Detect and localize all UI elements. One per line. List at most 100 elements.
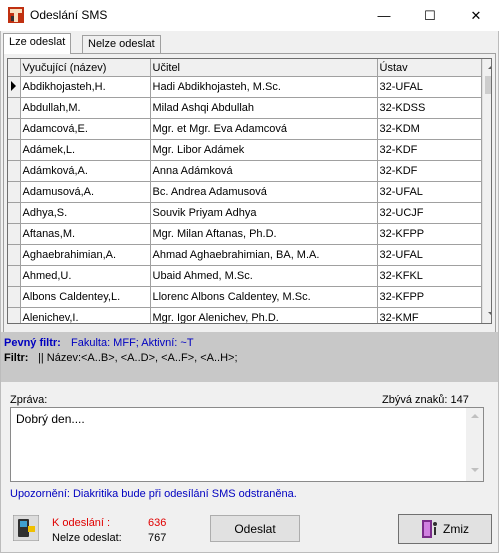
message-label: Zpráva: xyxy=(10,394,48,406)
scroll-down-button[interactable] xyxy=(483,306,491,323)
cell-ucitel[interactable]: Hadi Abdikhojasteh, M.Sc. xyxy=(150,76,378,98)
scroll-up-button[interactable] xyxy=(483,59,491,76)
cell-ustav[interactable]: 32-KDSS xyxy=(377,97,482,119)
nosend-count: 767 xyxy=(148,532,167,544)
grid-scrollbar[interactable] xyxy=(482,59,491,323)
chevron-up-icon xyxy=(470,414,479,418)
cell-ustav[interactable]: 32-UFAL xyxy=(377,181,482,203)
cell-vyucujici[interactable]: Aftanas,M. xyxy=(20,223,151,245)
cell-ustav[interactable]: 32-KMF xyxy=(377,307,482,323)
cell-ustav[interactable]: 32-UCJF xyxy=(377,202,482,224)
row-indicator[interactable] xyxy=(8,286,21,308)
current-row-pointer-icon xyxy=(11,80,16,91)
cell-ucitel[interactable]: Bc. Andrea Adamusová xyxy=(150,181,378,203)
cell-ucitel[interactable]: Milad Ashqi Abdullah xyxy=(150,97,378,119)
cell-ustav[interactable]: 32-KFPP xyxy=(377,223,482,245)
cell-ustav[interactable]: 32-KDF xyxy=(377,160,482,182)
cell-ucitel[interactable]: Mgr. et Mgr. Eva Adamcová xyxy=(150,118,378,140)
cell-ucitel[interactable]: Mgr. Libor Adámek xyxy=(150,139,378,161)
door-exit-icon xyxy=(422,520,437,538)
teachers-table: Vyučující (název) Učitel Ústav Abdikhoja… xyxy=(8,59,482,323)
cell-vyucujici[interactable]: Abdullah,M. xyxy=(20,97,151,119)
column-header-ucitel[interactable]: Učitel xyxy=(150,59,378,77)
filter-label: Filtr: xyxy=(4,352,29,364)
fixed-filter-label: Pevný filtr: xyxy=(4,337,61,349)
row-indicator[interactable] xyxy=(8,76,21,98)
cell-ucitel[interactable]: Ubaid Ahmed, M.Sc. xyxy=(150,265,378,287)
window-title: Odeslání SMS xyxy=(30,8,108,22)
row-indicator[interactable] xyxy=(8,118,21,140)
scroll-thumb[interactable] xyxy=(485,76,491,94)
message-scrollbar[interactable] xyxy=(466,408,483,481)
row-indicator[interactable] xyxy=(8,160,21,182)
tab-label: Nelze odeslat xyxy=(88,38,155,50)
table-row[interactable]: Aghaebrahimian,A. Ahmad Aghaebrahimian, B… xyxy=(8,244,482,266)
cell-ustav[interactable]: 32-KDF xyxy=(377,139,482,161)
row-indicator[interactable] xyxy=(8,244,21,266)
row-indicator[interactable] xyxy=(8,202,21,224)
send-button[interactable]: Odeslat xyxy=(210,515,300,542)
cell-ustav[interactable]: 32-UFAL xyxy=(377,76,482,98)
phone-sms-icon xyxy=(13,515,39,541)
cell-ucitel[interactable]: Mgr. Igor Alenichev, Ph.D. xyxy=(150,307,378,323)
send-count: 636 xyxy=(148,517,167,529)
cell-ucitel[interactable]: Ahmad Aghaebrahimian, BA, M.A. xyxy=(150,244,378,266)
cell-vyucujici[interactable]: Aghaebrahimian,A. xyxy=(20,244,151,266)
cell-vyucujici[interactable]: Abdikhojasteh,H. xyxy=(20,76,151,98)
minimize-icon: — xyxy=(377,8,391,23)
row-indicator[interactable] xyxy=(8,307,21,323)
cell-vyucujici[interactable]: Adhya,S. xyxy=(20,202,151,224)
cell-ucitel[interactable]: Llorenc Albons Caldentey, M.Sc. xyxy=(150,286,378,308)
cell-ucitel[interactable]: Souvik Priyam Adhya xyxy=(150,202,378,224)
table-row[interactable]: Adamusová,A. Bc. Andrea Adamusová 32-UFAL xyxy=(8,181,482,203)
row-indicator[interactable] xyxy=(8,97,21,119)
message-text: Dobrý den.... xyxy=(16,412,85,426)
message-textarea[interactable]: Dobrý den.... xyxy=(10,407,484,482)
table-row[interactable]: Adámková,A. Anna Adámková 32-KDF xyxy=(8,160,482,182)
send-button-label: Odeslat xyxy=(234,521,276,536)
row-indicator[interactable] xyxy=(8,265,21,287)
tab-lze-odeslat[interactable]: Lze odeslat xyxy=(3,33,72,54)
cell-ucitel[interactable]: Anna Adámková xyxy=(150,160,378,182)
close-button[interactable]: Zmiz xyxy=(398,514,492,544)
cell-ustav[interactable]: 32-KFPP xyxy=(377,286,482,308)
close-window-button[interactable]: ✕ xyxy=(453,0,499,31)
row-indicator[interactable] xyxy=(8,139,21,161)
tab-nelze-odeslat[interactable]: Nelze odeslat xyxy=(82,35,161,53)
chevron-down-icon xyxy=(487,312,491,316)
cell-ustav[interactable]: 32-KFKL xyxy=(377,265,482,287)
app-icon xyxy=(8,7,24,23)
cell-vyucujici[interactable]: Adámková,A. xyxy=(20,160,151,182)
remaining-chars-label: Zbývá znaků: 147 xyxy=(382,394,469,406)
minimize-button[interactable]: — xyxy=(361,0,407,31)
row-indicator[interactable] xyxy=(8,223,21,245)
table-row[interactable]: Adhya,S. Souvik Priyam Adhya 32-UCJF xyxy=(8,202,482,224)
row-indicator[interactable] xyxy=(8,181,21,203)
maximize-button[interactable]: ☐ xyxy=(407,0,453,31)
chevron-down-icon xyxy=(470,468,479,472)
teachers-grid[interactable]: Vyučující (název) Učitel Ústav Abdikhoja… xyxy=(7,58,492,324)
table-header-row: Vyučující (název) Učitel Ústav xyxy=(8,59,482,77)
table-row[interactable]: Abdikhojasteh,H. Hadi Abdikhojasteh, M.Sc… xyxy=(8,76,482,98)
nosend-count-label: Nelze odeslat: xyxy=(52,532,122,544)
table-row[interactable]: Alenichev,I. Mgr. Igor Alenichev, Ph.D. 32… xyxy=(8,307,482,323)
column-header-vyucujici[interactable]: Vyučující (název) xyxy=(20,59,151,77)
cell-vyucujici[interactable]: Alenichev,I. xyxy=(20,307,151,323)
cell-ustav[interactable]: 32-KDM xyxy=(377,118,482,140)
cell-vyucujici[interactable]: Adamusová,A. xyxy=(20,181,151,203)
send-count-label: K odeslání : xyxy=(52,517,111,529)
cell-ustav[interactable]: 32-UFAL xyxy=(377,244,482,266)
header-indicator xyxy=(8,59,21,77)
table-row[interactable]: Ahmed,U. Ubaid Ahmed, M.Sc. 32-KFKL xyxy=(8,265,482,287)
cell-vyucujici[interactable]: Ahmed,U. xyxy=(20,265,151,287)
column-header-ustav[interactable]: Ústav xyxy=(377,59,482,77)
table-row[interactable]: Albons Caldentey,L. Llorenc Albons Calden… xyxy=(8,286,482,308)
cell-vyucujici[interactable]: Adámek,L. xyxy=(20,139,151,161)
cell-ucitel[interactable]: Mgr. Milan Aftanas, Ph.D. xyxy=(150,223,378,245)
table-row[interactable]: Adámek,L. Mgr. Libor Adámek 32-KDF xyxy=(8,139,482,161)
table-row[interactable]: Aftanas,M. Mgr. Milan Aftanas, Ph.D. 32-KF… xyxy=(8,223,482,245)
cell-vyucujici[interactable]: Adamcová,E. xyxy=(20,118,151,140)
table-row[interactable]: Abdullah,M. Milad Ashqi Abdullah 32-KDSS xyxy=(8,97,482,119)
table-row[interactable]: Adamcová,E. Mgr. et Mgr. Eva Adamcová 32-K… xyxy=(8,118,482,140)
cell-vyucujici[interactable]: Albons Caldentey,L. xyxy=(20,286,151,308)
